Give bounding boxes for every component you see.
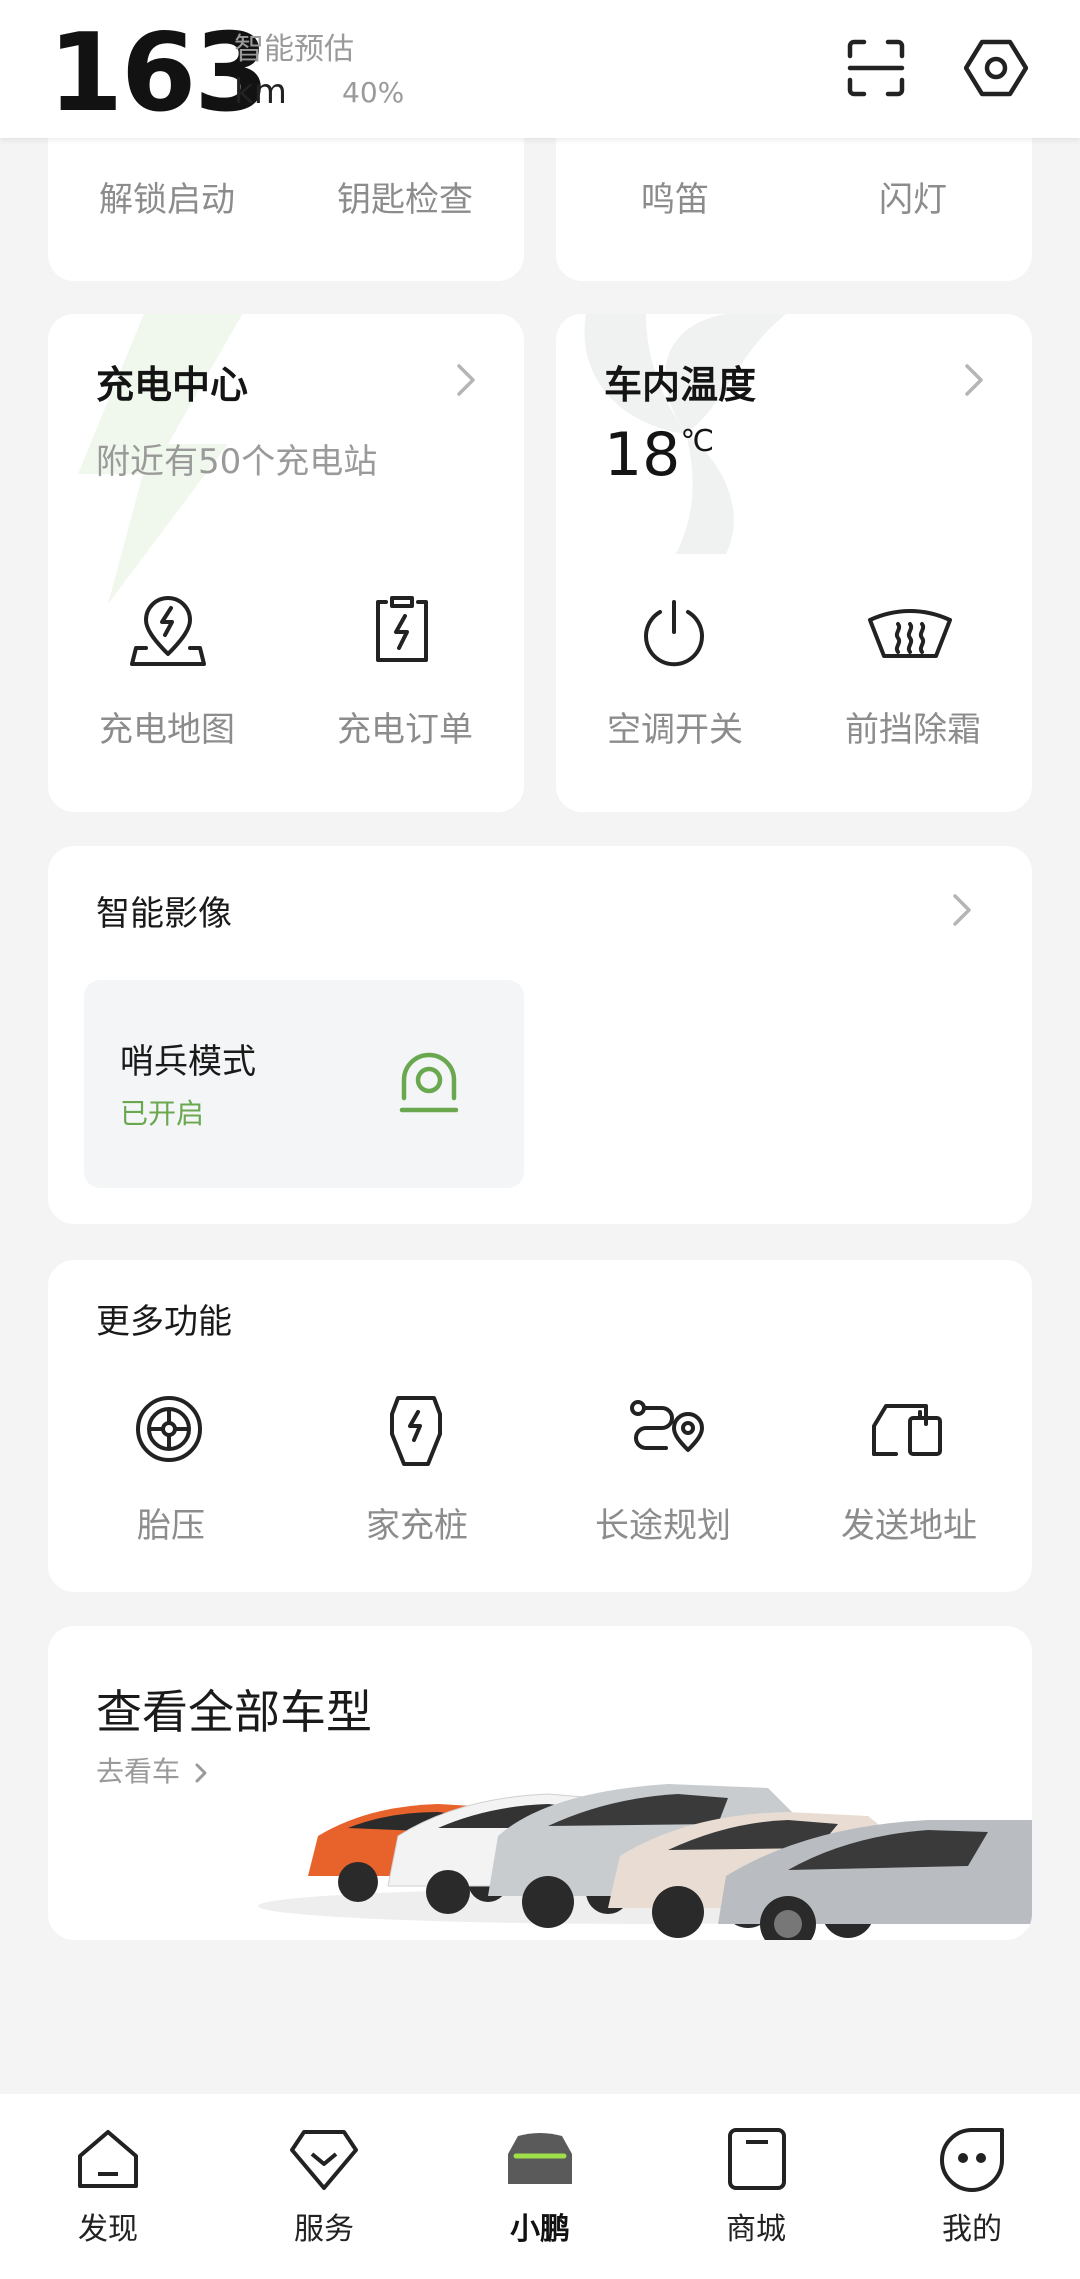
scan-icon[interactable]	[844, 36, 908, 100]
service-icon	[290, 2130, 358, 2190]
tab-mall[interactable]: 商城	[648, 2094, 864, 2279]
tab-xpeng[interactable]: 小鹏	[432, 2094, 648, 2279]
home-charger-icon	[390, 1396, 442, 1466]
sentry-mode-tile[interactable]: 哨兵模式 已开启	[84, 980, 524, 1188]
chevron-right-icon	[195, 1763, 207, 1783]
tab-label: 商城	[726, 2212, 786, 2247]
flash-lights-button[interactable]: 闪灯	[794, 172, 1032, 221]
charging-subtitle: 附近有50个充电站	[96, 442, 378, 482]
tab-label: 我的	[942, 2212, 1002, 2247]
charging-title: 充电中心	[96, 363, 249, 407]
more-features-card: 更多功能 胎压 家充桩 长途规划 发送地址	[48, 1260, 1032, 1592]
temperature-value: 18	[604, 420, 681, 490]
tab-service[interactable]: 服务	[216, 2094, 432, 2279]
unlock-start-button[interactable]: 解锁启动	[48, 172, 286, 221]
more-features-title: 更多功能	[96, 1302, 232, 1342]
charging-center-card[interactable]: 充电中心 附近有50个充电站 充电地图 充电订单	[48, 314, 524, 812]
defrost-icon	[868, 609, 952, 658]
smart-imaging-card: 智能影像 哨兵模式 已开启	[48, 846, 1032, 1224]
key-check-button[interactable]: 钥匙检查	[286, 172, 524, 221]
settings-icon[interactable]	[964, 36, 1028, 100]
charging-order-icon	[376, 596, 428, 662]
climate-title: 车内温度	[604, 363, 757, 407]
range-unit: km	[234, 72, 287, 112]
tab-discover[interactable]: 发现	[0, 2094, 216, 2279]
shopping-bag-icon	[728, 2128, 786, 2190]
honk-button[interactable]: 鸣笛	[556, 172, 794, 221]
range-label: 智能预估	[234, 32, 354, 67]
tab-label: 小鹏	[510, 2212, 570, 2247]
charging-map-icon	[130, 596, 206, 666]
windshield-defrost-button[interactable]: 前挡除霜	[794, 702, 1032, 751]
cabin-temperature-card[interactable]: 车内温度 18℃ 空调开关 前挡除霜	[556, 314, 1032, 812]
tab-label: 发现	[78, 2212, 138, 2247]
bottom-tab-bar: 发现 服务 小鹏 商城 我的	[0, 2094, 1080, 2279]
car-models-card[interactable]: 查看全部车型 去看车	[48, 1626, 1032, 1940]
cabin-temperature: 18℃	[604, 420, 714, 490]
ac-switch-button[interactable]: 空调开关	[556, 702, 794, 751]
tab-label: 服务	[294, 2212, 354, 2247]
car-lineup-image	[258, 1784, 1032, 1940]
chevron-right-icon	[965, 364, 983, 396]
tab-mine[interactable]: 我的	[864, 2094, 1080, 2279]
imaging-title: 智能影像	[96, 894, 232, 934]
route-planning-button[interactable]: 长途规划	[540, 1498, 786, 1547]
profile-face-icon	[940, 2128, 1004, 2192]
battery-percent: 40%	[342, 76, 405, 109]
top-status-bar: 163 智能预估 km 40%	[0, 0, 1080, 138]
chevron-right-icon[interactable]	[950, 890, 974, 930]
send-address-icon	[872, 1404, 942, 1456]
view-cars-label: 去看车	[96, 1755, 181, 1788]
route-planning-icon	[630, 1400, 704, 1452]
tire-pressure-icon	[136, 1396, 202, 1462]
send-address-button[interactable]: 发送地址	[786, 1498, 1032, 1547]
home-charger-button[interactable]: 家充桩	[294, 1498, 540, 1547]
tire-pressure-button[interactable]: 胎压	[48, 1498, 294, 1547]
temperature-unit: ℃	[680, 424, 715, 459]
camera-icon	[399, 1052, 459, 1113]
power-icon	[644, 600, 704, 667]
charging-map-button[interactable]: 充电地图	[48, 702, 286, 751]
sentry-status: 已开启	[120, 1097, 205, 1130]
sentry-title: 哨兵模式	[120, 1042, 256, 1082]
charging-order-button[interactable]: 充电订单	[286, 702, 524, 751]
discover-icon	[78, 2130, 138, 2188]
chevron-right-icon	[457, 364, 475, 396]
car-icon	[508, 2133, 572, 2184]
view-cars-link[interactable]: 去看车	[96, 1750, 209, 1790]
